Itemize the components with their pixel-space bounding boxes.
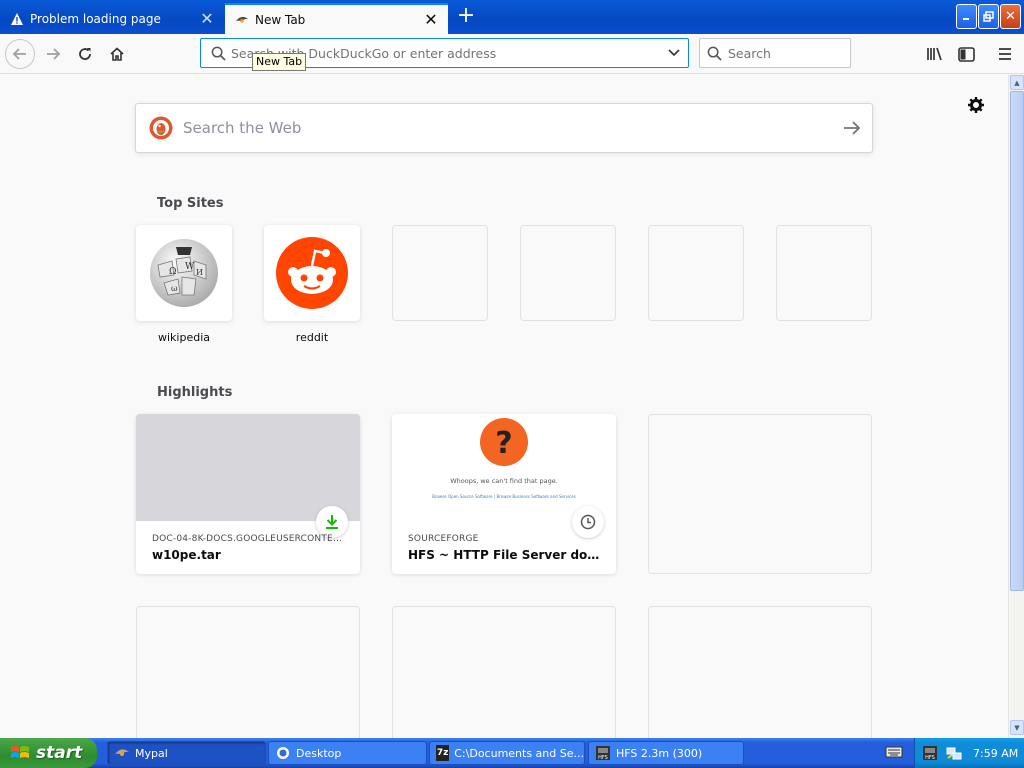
- tab-label: New Tab: [255, 12, 306, 27]
- top-site-placeholder: [392, 225, 488, 321]
- hamburger-icon: [999, 48, 1011, 60]
- duckduckgo-logo-icon: [149, 116, 173, 140]
- search-icon: [700, 46, 728, 61]
- hfs-icon: HFS: [595, 745, 611, 761]
- top-site-tile-wikipedia[interactable]: Ω W И ω: [136, 225, 232, 321]
- home-button[interactable]: [102, 39, 132, 69]
- top-sites-heading: Top Sites: [157, 196, 224, 211]
- tab-strip: Problem loading page ✕ New Tab ✕ + ✕: [0, 0, 1024, 34]
- mypal-icon: [114, 745, 130, 761]
- tooltip: New Tab: [252, 53, 307, 71]
- tab-problem-loading[interactable]: Problem loading page ✕: [0, 3, 224, 34]
- taskbar-item-label: HFS 2.3m (300): [616, 746, 703, 760]
- taskbar-item-label: C:\Documents and Se...: [454, 746, 584, 760]
- menu-button[interactable]: [990, 39, 1020, 69]
- explorer-icon: [275, 745, 291, 761]
- search-bar[interactable]: [699, 38, 851, 68]
- taskbar-item-desktop[interactable]: Desktop: [268, 741, 427, 765]
- scroll-thumb[interactable]: [1010, 91, 1024, 591]
- taskbar-item-label: Mypal: [135, 746, 168, 760]
- highlights-heading: Highlights: [157, 385, 233, 400]
- wikipedia-icon: Ω W И ω: [150, 239, 218, 307]
- search-icon: [205, 46, 231, 61]
- reddit-icon: [276, 237, 348, 309]
- chevron-down-icon[interactable]: [660, 48, 688, 58]
- svg-text:?: ?: [495, 426, 512, 461]
- highlight-placeholder: [648, 606, 872, 738]
- warning-icon: [10, 12, 24, 26]
- sidebar-toggle-button[interactable]: [951, 39, 981, 69]
- windows-flag-icon: [11, 746, 29, 758]
- taskbar-item-7zip[interactable]: 7z C:\Documents and Se...: [429, 741, 585, 765]
- hfs-tray-icon[interactable]: HFS: [921, 745, 939, 761]
- taskbar-item-mypal[interactable]: Mypal: [107, 741, 266, 765]
- close-window-button[interactable]: ✕: [1000, 4, 1021, 29]
- top-site-tile-reddit[interactable]: [264, 225, 360, 321]
- vertical-scrollbar[interactable]: ▲ ▼: [1008, 74, 1024, 738]
- card-context: DOC-04-8K-DOCS.GOOGLEUSERCONTEN...: [152, 534, 348, 544]
- web-search-input[interactable]: [183, 119, 832, 137]
- highlight-placeholder: [392, 606, 616, 738]
- arrow-right-icon[interactable]: [832, 120, 872, 136]
- top-site-label: reddit: [295, 331, 329, 344]
- web-search-box[interactable]: [135, 103, 873, 153]
- back-button[interactable]: [5, 39, 35, 69]
- question-mark-icon: ?: [480, 418, 528, 466]
- tab-new-tab[interactable]: New Tab ✕: [225, 3, 448, 34]
- sidebar-icon: [957, 46, 975, 62]
- close-tab-icon[interactable]: ✕: [196, 8, 218, 30]
- reload-button[interactable]: [70, 39, 100, 69]
- close-tab-icon[interactable]: ✕: [420, 9, 442, 31]
- highlight-card[interactable]: ? Whoops, we can't find that page. Brows…: [392, 414, 616, 574]
- system-tray: HFS 7:59 AM: [914, 738, 1024, 768]
- library-icon: [927, 47, 942, 61]
- top-site-label: wikipedia: [157, 331, 210, 344]
- forward-button[interactable]: [38, 39, 68, 69]
- navigation-toolbar: [0, 34, 1024, 74]
- search-input[interactable]: [728, 45, 850, 61]
- svg-text:W: W: [185, 262, 195, 272]
- back-arrow-icon: [12, 48, 26, 60]
- svg-text:Ω: Ω: [169, 267, 176, 277]
- forward-arrow-icon: [47, 48, 61, 60]
- keyboard-icon[interactable]: [885, 745, 903, 759]
- card-context: SOURCEFORGE: [408, 534, 479, 544]
- taskbar: start Mypal Desktop 7z C:\Documents and …: [0, 738, 1024, 768]
- svg-text:ω: ω: [171, 284, 178, 293]
- gear-icon[interactable]: [965, 94, 987, 116]
- network-icon[interactable]: [945, 745, 963, 761]
- svg-text:И: И: [196, 268, 203, 277]
- tab-label: Problem loading page: [30, 11, 161, 26]
- top-site-placeholder: [776, 225, 872, 321]
- highlight-card[interactable]: DOC-04-8K-DOCS.GOOGLEUSERCONTEN... w10pe…: [136, 414, 360, 574]
- card-preview: [136, 414, 360, 521]
- taskbar-item-hfs[interactable]: HFS HFS 2.3m (300): [588, 741, 744, 765]
- scroll-down-arrow-icon[interactable]: ▼: [1010, 720, 1024, 735]
- card-preview-text: Whoops, we can't find that page.: [450, 477, 558, 485]
- card-title: w10pe.tar: [152, 548, 221, 562]
- new-tab-button[interactable]: +: [454, 5, 478, 29]
- restore-button[interactable]: [978, 4, 999, 29]
- library-button[interactable]: [920, 39, 950, 69]
- card-preview: ? Whoops, we can't find that page. Brows…: [392, 414, 616, 521]
- card-preview-links: Browse Open Source Software | Browse Bus…: [432, 494, 576, 499]
- start-button[interactable]: start: [0, 738, 97, 768]
- top-site-placeholder: [520, 225, 616, 321]
- reload-icon: [79, 48, 91, 60]
- home-icon: [110, 47, 124, 61]
- new-tab-page: Top Sites Ω W И ω wikipedia reddit: [0, 75, 1008, 738]
- mypal-icon: [235, 13, 249, 27]
- svg-text:HFS: HFS: [925, 755, 935, 761]
- minimize-button[interactable]: [956, 4, 977, 29]
- top-site-placeholder: [648, 225, 744, 321]
- highlight-placeholder: [648, 414, 872, 574]
- svg-text:HFS: HFS: [598, 755, 608, 761]
- 7zip-icon: 7z: [436, 745, 450, 761]
- scroll-up-arrow-icon[interactable]: ▲: [1010, 75, 1024, 90]
- card-title: HFS ~ HTTP File Server downloa...: [408, 548, 604, 562]
- highlight-placeholder: [136, 606, 360, 738]
- clock[interactable]: 7:59 AM: [973, 747, 1018, 760]
- taskbar-item-label: Desktop: [296, 746, 342, 760]
- start-label: start: [36, 743, 83, 763]
